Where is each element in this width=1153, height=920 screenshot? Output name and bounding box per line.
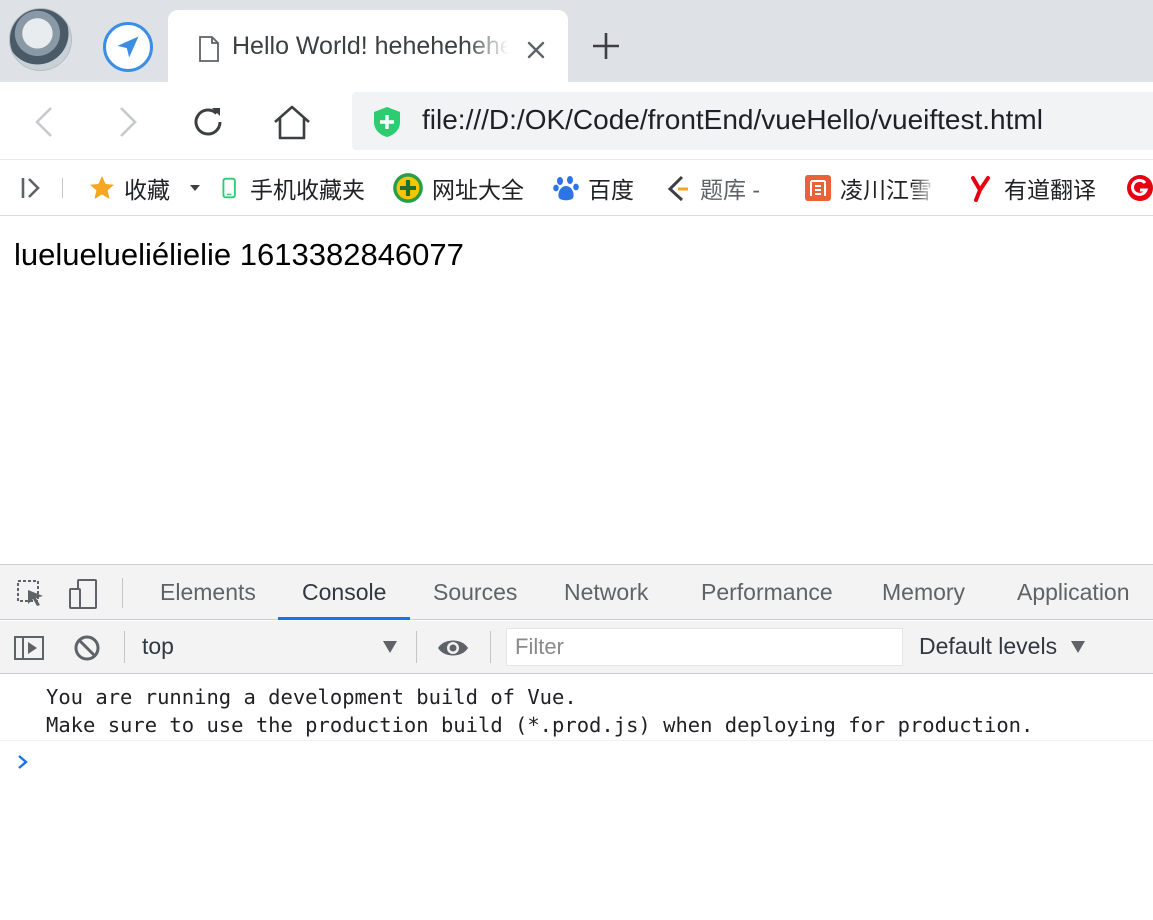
console-output: You are running a development build of V… <box>0 675 1153 920</box>
tab-strip: Hello World! hehehehehe <box>0 0 1153 82</box>
clear-console-icon[interactable] <box>70 631 104 665</box>
console-message: You are running a development build of V… <box>0 675 1153 741</box>
bookmark-youdao[interactable]: 有道翻译 <box>968 172 1096 204</box>
plus-icon[interactable] <box>590 30 622 62</box>
forward-button[interactable] <box>100 96 152 148</box>
sidebar-toggle-icon <box>21 178 40 198</box>
device-toolbar-icon[interactable] <box>66 577 100 611</box>
bookmark-tiku[interactable]: 题库 - <box>664 172 760 204</box>
inspect-element-icon[interactable] <box>14 577 48 611</box>
bookmark-favorites[interactable]: 收藏 <box>88 172 202 204</box>
context-selector[interactable]: top <box>142 633 174 660</box>
phone-icon <box>222 177 236 199</box>
tab-performance[interactable]: Performance <box>701 579 833 606</box>
console-toolbar: top Default levels <box>0 621 1153 674</box>
tab-active[interactable]: Hello World! hehehehehe <box>168 10 568 82</box>
bookmark-baidu[interactable]: 百度 <box>552 172 634 204</box>
devtools-panel: Elements Console Sources Network Perform… <box>0 564 1153 920</box>
reload-button[interactable] <box>182 96 234 148</box>
jian-icon <box>805 175 831 201</box>
tab-title: Hello World! hehehehehe <box>232 32 508 60</box>
star-icon <box>90 176 114 199</box>
eye-icon[interactable] <box>436 631 470 665</box>
plus-circle-icon <box>393 173 423 203</box>
g-logo-icon <box>1127 175 1153 201</box>
caret-down-icon[interactable] <box>188 183 202 193</box>
tab-elements[interactable]: Elements <box>160 579 256 606</box>
toolbar-separator <box>124 631 125 663</box>
chevron-left-icon <box>35 107 52 137</box>
close-icon[interactable] <box>524 38 548 62</box>
bookmarks-separator <box>62 178 63 198</box>
navigation-icon[interactable] <box>103 22 153 72</box>
devtools-tabbar: Elements Console Sources Network Perform… <box>0 565 1153 620</box>
tab-memory[interactable]: Memory <box>882 579 965 606</box>
home-button[interactable] <box>266 96 318 148</box>
chevron-right-icon <box>120 107 137 137</box>
sidebar-panel-icon[interactable] <box>12 631 46 665</box>
context-dropdown-icon[interactable] <box>383 641 397 653</box>
bookmarks-bar: 收藏 手机收藏夹 网址大全 百度 题库 - 凌川江雪 有道翻译 <box>0 160 1153 216</box>
tab-sources[interactable]: Sources <box>433 579 517 606</box>
address-bar[interactable]: file:///D:/OK/Code/frontEnd/vueHello/vue… <box>352 92 1153 150</box>
sidebar-toggle-button[interactable] <box>18 172 46 204</box>
shield-plus-icon <box>374 107 400 137</box>
home-icon <box>274 105 310 140</box>
toolbar-separator <box>416 631 417 663</box>
baidu-paw-icon <box>553 176 579 201</box>
back-button[interactable] <box>20 96 72 148</box>
levels-dropdown-icon[interactable] <box>1071 641 1085 653</box>
reload-icon <box>194 108 222 136</box>
app-output-text: lueluelueliélielie 1613382846077 <box>14 237 464 272</box>
console-message-line: Make sure to use the production build (*… <box>46 713 1034 737</box>
console-prompt-icon[interactable] <box>16 753 30 771</box>
console-message-line: You are running a development build of V… <box>46 685 577 709</box>
tiku-icon <box>667 175 688 202</box>
tab-network[interactable]: Network <box>564 579 648 606</box>
profile-avatar[interactable] <box>9 8 72 71</box>
bookmark-mobile[interactable]: 手机收藏夹 <box>222 172 365 204</box>
active-tab-indicator <box>278 617 410 620</box>
page-content: lueluelueliélielie 1613382846077 <box>0 217 1153 564</box>
filter-input[interactable] <box>506 628 903 666</box>
document-icon <box>199 36 219 62</box>
address-url[interactable]: file:///D:/OK/Code/frontEnd/vueHello/vue… <box>422 104 1043 136</box>
bookmark-url-directory[interactable]: 网址大全 <box>392 172 524 204</box>
log-levels-dropdown[interactable]: Default levels <box>919 633 1057 660</box>
tab-console[interactable]: Console <box>302 579 386 606</box>
toolbar-separator <box>490 631 491 663</box>
bookmark-partial[interactable] <box>1126 172 1153 204</box>
tab-application[interactable]: Application <box>1017 579 1130 606</box>
browser-toolbar: file:///D:/OK/Code/frontEnd/vueHello/vue… <box>0 82 1153 160</box>
youdao-icon <box>971 176 990 202</box>
devtools-separator <box>122 578 123 608</box>
bookmark-lingchuan[interactable]: 凌川江雪 <box>804 172 936 204</box>
